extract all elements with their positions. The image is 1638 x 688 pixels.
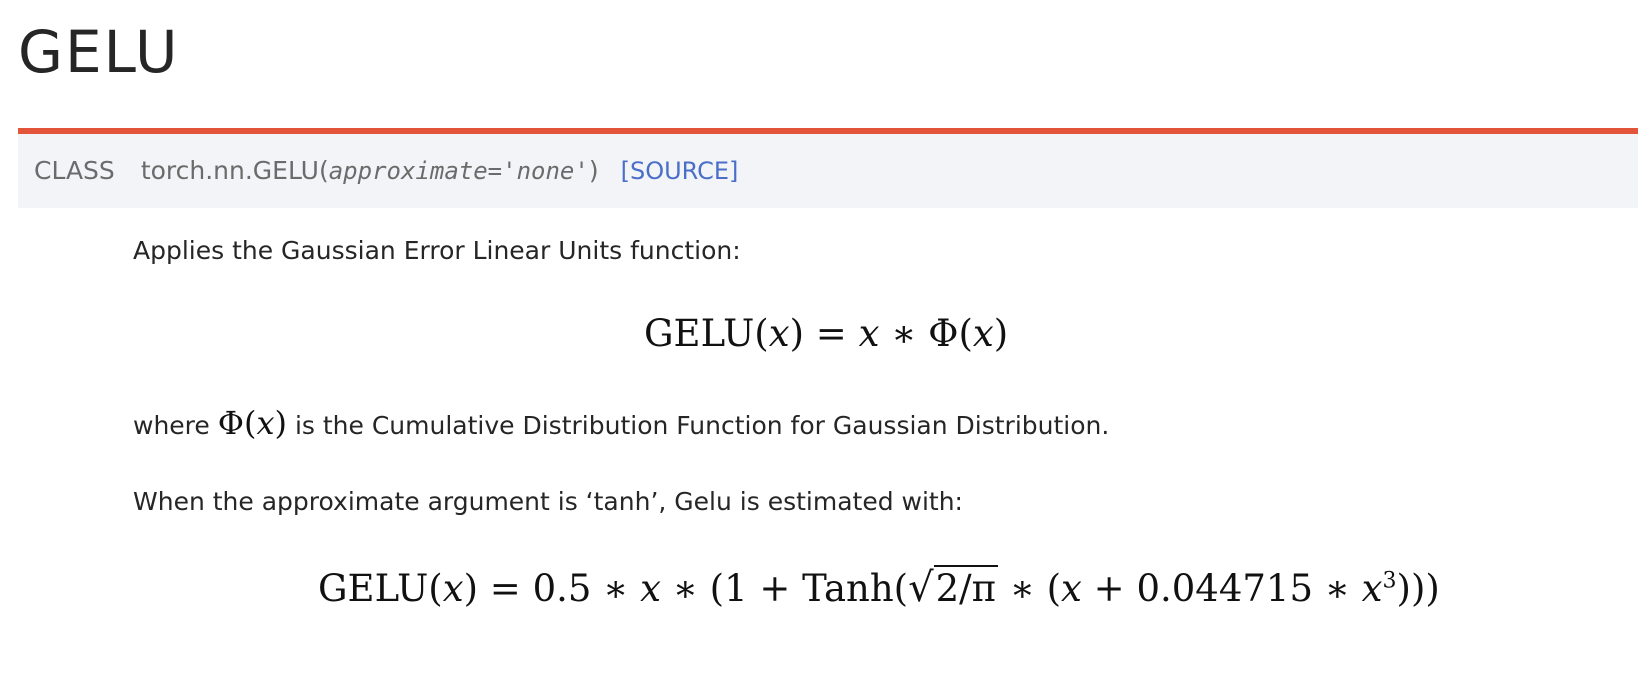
inline-x: x (256, 404, 275, 442)
eq2-x2: x (640, 567, 661, 610)
inline-end: ) (274, 404, 287, 442)
class-name: torch.nn.GELU (140, 156, 319, 185)
eq2-end: ))) (1396, 567, 1440, 610)
eq2-x3: x (1061, 567, 1082, 610)
eq2-b: ∗ (1 + Tanh( (660, 567, 909, 610)
equation-gelu: GELU(x) = x ∗ Φ(x) (644, 312, 1008, 355)
inline-phi: Φ( (217, 404, 257, 442)
eq2-a: ) = 0.5 ∗ (463, 567, 641, 610)
eq1-x: x (768, 312, 790, 355)
page-title: GELU (18, 18, 180, 86)
where-paragraph: where Φ(x) is the Cumulative Distributio… (133, 404, 1109, 442)
eq2-x4: x (1361, 567, 1383, 610)
equation-gelu-tanh: GELU(x) = 0.5 ∗ x ∗ (1 + Tanh(√2/π ∗ (x … (318, 565, 1440, 611)
eq2-d: + 0.044715 ∗ (1081, 567, 1362, 610)
eq2-c: ∗ ( (997, 567, 1062, 610)
intro-paragraph: Applies the Gaussian Error Linear Units … (133, 236, 741, 265)
eq1-x3: x (972, 312, 994, 355)
eq2-lhs: GELU( (318, 567, 443, 610)
sqrt-body: 2/π (933, 565, 998, 610)
signature-row: CLASS torch.nn.GELU ( approximate='none'… (34, 156, 738, 185)
close-paren: ) (588, 156, 599, 185)
eq1-x2: x (858, 312, 880, 355)
eq2-exponent: 3 (1382, 568, 1397, 594)
where-prefix: where (133, 411, 210, 440)
eq2-x: x (442, 567, 464, 610)
signature-block: CLASS torch.nn.GELU ( approximate='none'… (18, 128, 1638, 208)
class-label: CLASS (34, 156, 115, 185)
sqrt-sign: √ (908, 565, 934, 611)
eq1-star: ∗ Φ( (879, 312, 973, 355)
eq1-end: ) (993, 312, 1009, 355)
inline-phi-math: Φ(x) (218, 404, 287, 442)
param-approximate: approximate='none' (328, 157, 589, 185)
sqrt: √2/π (908, 565, 998, 611)
source-link[interactable]: [SOURCE] (621, 157, 739, 185)
eq1-lhs: GELU( (644, 312, 769, 355)
eq1-mid: ) = (789, 312, 859, 355)
where-suffix: is the Cumulative Distribution Function … (294, 411, 1110, 440)
approx-paragraph: When the approximate argument is ‘tanh’,… (133, 487, 963, 516)
open-paren: ( (318, 156, 329, 185)
